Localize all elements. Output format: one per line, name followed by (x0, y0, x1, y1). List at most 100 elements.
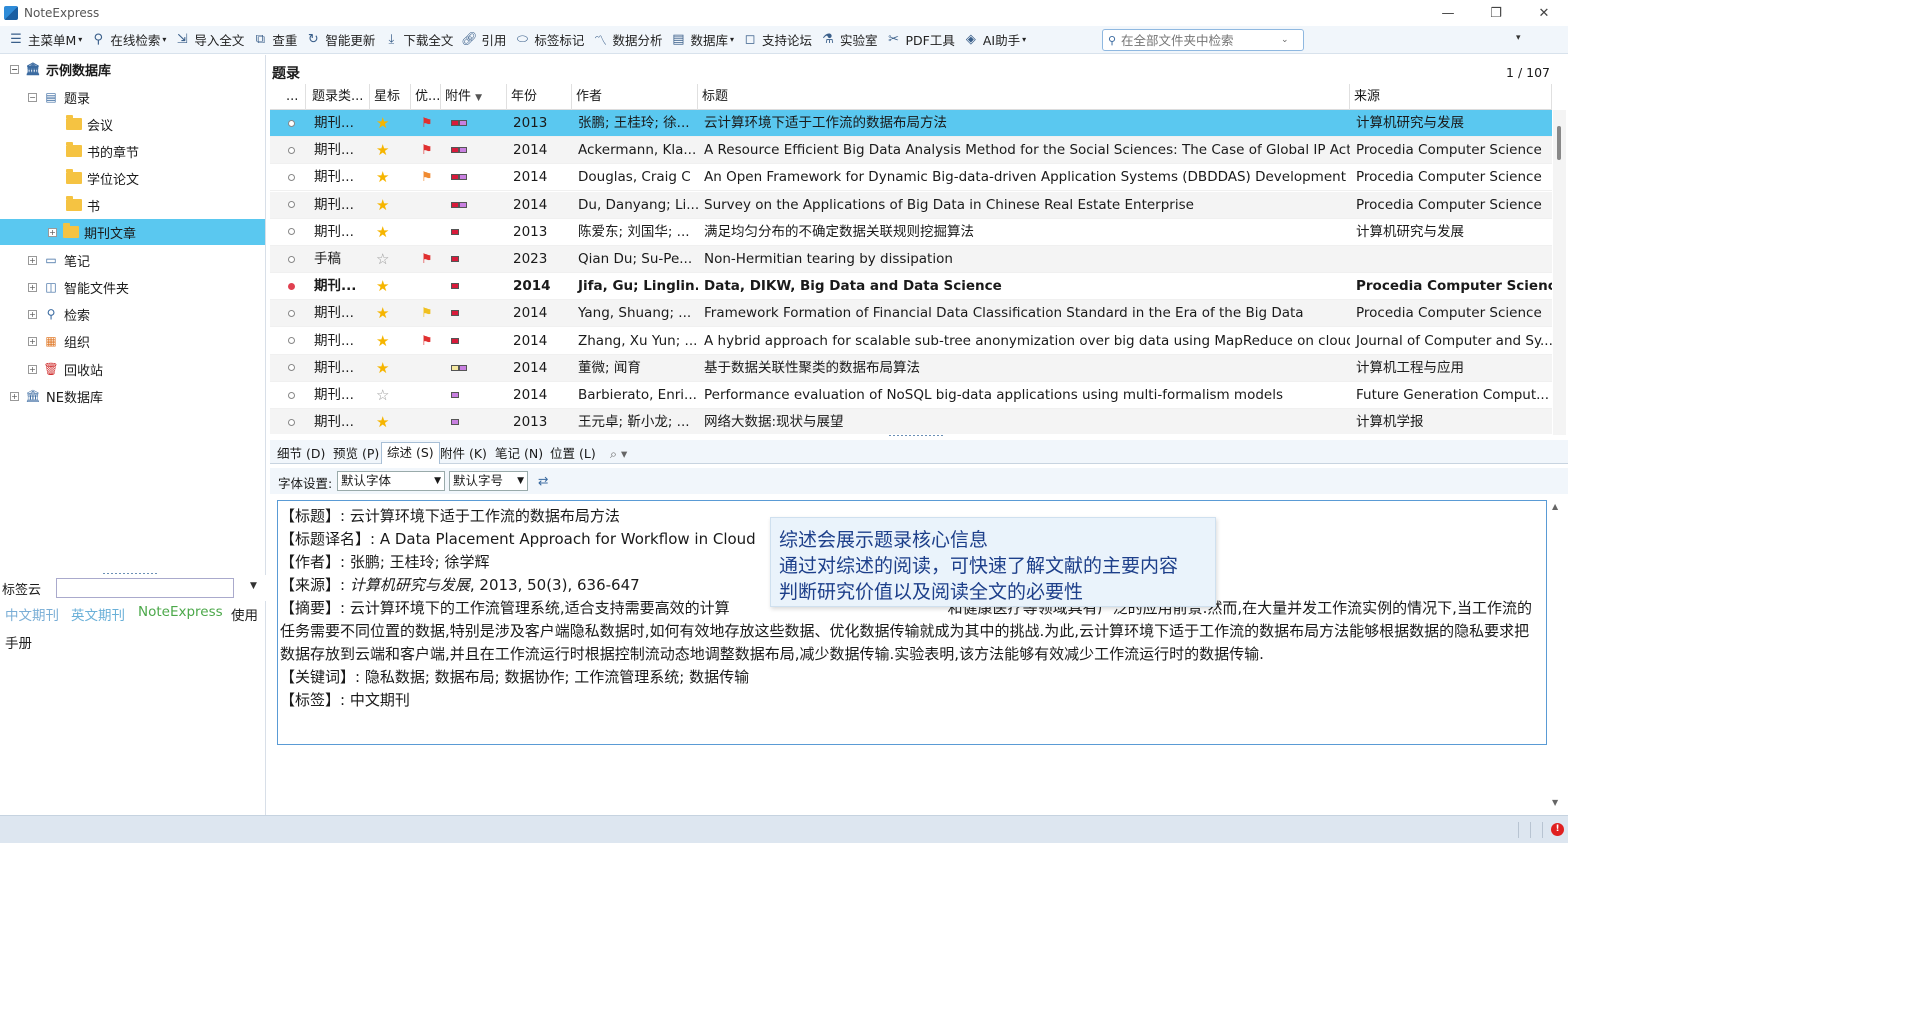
priority-flag-icon[interactable] (411, 192, 441, 219)
tree-item-search[interactable]: + ⚲ 检索 (28, 301, 90, 327)
attachment-icon[interactable] (441, 382, 507, 409)
tree-item-thesis[interactable]: 学位论文 (66, 165, 139, 191)
star-icon[interactable]: ★ (370, 355, 411, 382)
attachment-icon[interactable] (441, 110, 507, 137)
col-author[interactable]: 作者 (572, 84, 698, 110)
star-icon[interactable]: ☆ (370, 382, 411, 409)
col-star[interactable]: 星标 (370, 84, 411, 110)
paperclip-icon[interactable]: ⌕ ▾ (605, 444, 632, 464)
tree-item-conference[interactable]: 会议 (66, 111, 113, 137)
col-type[interactable]: 题录类... (308, 84, 370, 110)
tag-chinese-journal[interactable]: 中文期刊 (5, 604, 59, 624)
ai-assistant-button[interactable]: ◈ AI助手 ▾ (959, 28, 1030, 52)
expand-icon[interactable]: + (48, 227, 57, 237)
read-status-icon[interactable] (270, 137, 306, 164)
expand-icon[interactable]: + (28, 255, 37, 265)
read-status-icon[interactable] (270, 192, 306, 219)
download-fulltext-button[interactable]: ⤓ 下载全文 (379, 28, 457, 52)
star-icon[interactable]: ★ (370, 192, 411, 219)
priority-flag-icon[interactable] (411, 219, 441, 246)
table-row[interactable]: ☆ ⚑ 手稿 2023 Qian Du; Su-Pe... Non-Hermitian t… (270, 246, 1552, 273)
attachment-icon[interactable] (441, 300, 507, 327)
tag-mark-button[interactable]: ⬭ 标签标记 (510, 28, 588, 52)
tag-manual[interactable]: 手册 (5, 632, 32, 652)
priority-flag-icon[interactable]: ⚑ (411, 110, 441, 137)
main-menu-button[interactable]: ☰ 主菜单M ▾ (4, 28, 86, 52)
search-input[interactable] (1121, 32, 1281, 48)
table-row[interactable]: ★ ⚑ 期刊... 2014 Ackermann, Kla... A Resource E… (270, 137, 1552, 165)
priority-flag-icon[interactable]: ⚑ (411, 300, 441, 327)
collapse-icon[interactable]: − (10, 64, 19, 74)
col-read[interactable]: ... (282, 84, 306, 110)
table-row[interactable]: ★ ⚑ 期刊... 2014 Douglas, Craig C An Open Frame… (270, 164, 1552, 192)
tree-item-records[interactable]: − ▤ 题录 (28, 84, 90, 110)
col-year[interactable]: 年份 (507, 84, 572, 110)
star-icon[interactable]: ★ (370, 164, 411, 191)
priority-flag-icon[interactable]: ⚑ (411, 137, 441, 164)
read-status-icon[interactable] (270, 328, 306, 355)
duplicate-check-button[interactable]: ⧉ 查重 (248, 28, 301, 52)
tree-item-journal[interactable]: + 期刊文章 (0, 219, 265, 245)
priority-flag-icon[interactable] (411, 409, 441, 434)
expand-icon[interactable]: + (28, 336, 37, 346)
tree-item-book[interactable]: 书 (66, 192, 100, 218)
table-row[interactable]: ★ ⚑ 期刊... 2014 Yang, Shuang; ... Framework Fo… (270, 300, 1552, 328)
scroll-down-icon[interactable]: ▼ (1552, 798, 1558, 807)
table-row[interactable]: ★ 期刊... 2013 王元卓; 靳小龙; ... 网络大数据:现状与展望 计算机学报 (270, 409, 1552, 434)
attachment-icon[interactable] (441, 273, 507, 300)
star-icon[interactable]: ★ (370, 300, 411, 327)
priority-flag-icon[interactable] (411, 273, 441, 300)
priority-flag-icon[interactable]: ⚑ (411, 246, 441, 273)
expand-icon[interactable]: + (28, 282, 37, 292)
tag-english-journal[interactable]: 英文期刊 (71, 604, 125, 624)
star-icon[interactable]: ★ (370, 328, 411, 355)
read-status-icon[interactable] (270, 164, 306, 191)
star-icon[interactable]: ★ (370, 137, 411, 164)
tab-notes[interactable]: 笔记 (N) (490, 444, 548, 464)
tree-item-ne-db[interactable]: + 🏛︎ NE数据库 (10, 383, 103, 409)
priority-flag-icon[interactable]: ⚑ (411, 328, 441, 355)
chevron-down-icon[interactable]: ⌄ (1281, 35, 1289, 45)
read-status-icon[interactable] (270, 382, 306, 409)
grid-scrollbar[interactable] (1553, 110, 1566, 435)
attachment-icon[interactable] (441, 328, 507, 355)
font-family-select[interactable]: 默认字体 ▼ (337, 471, 445, 491)
scroll-up-icon[interactable]: ▲ (1552, 502, 1558, 511)
tab-attachments[interactable]: 附件 (K) (435, 444, 492, 464)
close-button[interactable]: ✕ (1520, 0, 1568, 26)
collapse-icon[interactable]: − (28, 92, 37, 102)
attachment-icon[interactable] (441, 219, 507, 246)
col-title[interactable]: 标题 (698, 84, 1350, 110)
col-attachment[interactable]: 附件 ▼ (441, 84, 507, 110)
expand-icon[interactable]: + (28, 364, 37, 374)
table-row[interactable]: ★ 期刊... 2014 董微; 闻育 基于数据关联性聚类的数据布局算法 计算机工程与应用 (270, 354, 1552, 382)
table-row[interactable]: ★ 期刊... 2014 Jifa, Gu; Linglin... Data, DIKW… (270, 273, 1552, 301)
read-status-icon[interactable] (270, 110, 306, 137)
attachment-icon[interactable] (441, 164, 507, 191)
tab-details[interactable]: 细节 (D) (272, 444, 330, 464)
tab-preview[interactable]: 预览 (P) (328, 444, 384, 464)
tree-item-example-db[interactable]: − 🏛︎ 示例数据库 (10, 56, 111, 82)
col-priority[interactable]: 优... (411, 84, 441, 110)
cite-button[interactable]: 🔗︎ 引用 (457, 28, 510, 52)
grid-splitter[interactable] (888, 434, 944, 437)
error-icon[interactable]: ! (1551, 823, 1564, 836)
toolbar-overflow-icon[interactable]: ▾ (1516, 33, 1521, 43)
expand-icon[interactable]: + (28, 309, 37, 319)
read-status-icon[interactable] (270, 409, 306, 434)
priority-flag-icon[interactable]: ⚑ (411, 164, 441, 191)
star-icon[interactable]: ★ (370, 219, 411, 246)
attachment-icon[interactable] (441, 355, 507, 382)
priority-flag-icon[interactable] (411, 382, 441, 409)
database-menu-button[interactable]: ▤ 数据库 ▾ (666, 28, 738, 52)
table-row[interactable]: ★ ⚑ 期刊... 2013 张鹏; 王桂玲; 徐... 云计算环境下适于工作流的数据布局… (270, 110, 1552, 137)
tag-noteexpress[interactable]: NoteExpress (138, 604, 223, 620)
tag-usage[interactable]: 使用 (231, 604, 258, 624)
data-analysis-button[interactable]: 〽数据分析 (588, 28, 666, 52)
table-row[interactable]: ☆ 期刊... 2014 Barbierato, Enri... Performance… (270, 382, 1552, 409)
attachment-icon[interactable] (441, 192, 507, 219)
tagcloud-input[interactable] (56, 578, 234, 598)
table-row[interactable]: ★ 期刊... 2014 Du, Danyang; Li... Survey on th… (270, 191, 1552, 219)
online-search-button[interactable]: ⚲ 在线检索 ▾ (86, 28, 170, 52)
tree-item-organize[interactable]: + ▦ 组织 (28, 328, 90, 354)
